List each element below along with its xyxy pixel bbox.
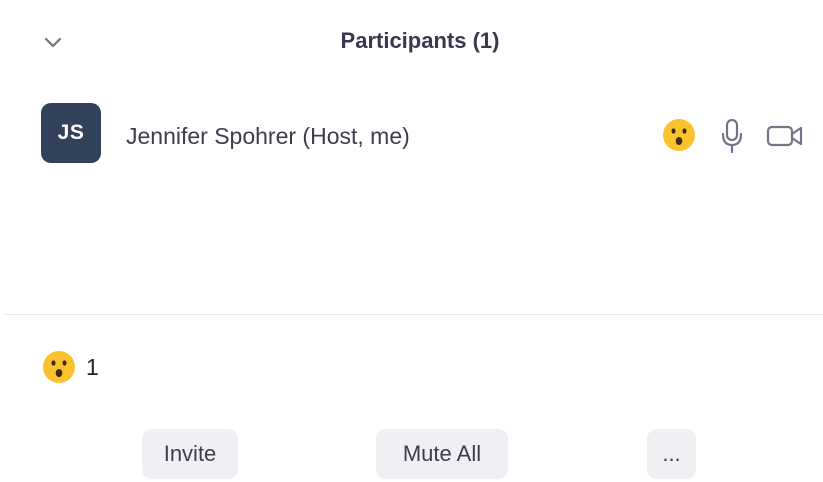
mute-all-button[interactable]: Mute All <box>376 429 508 479</box>
participant-name: Jennifer Spohrer (Host, me) <box>126 123 410 149</box>
avatar: JS <box>41 103 101 163</box>
invite-button[interactable]: Invite <box>142 429 238 479</box>
panel-title: Participants (1) <box>340 28 500 53</box>
participant-row[interactable]: JS Jennifer Spohrer (Host, me) <box>0 103 823 165</box>
reaction-summary: 1 <box>42 350 99 384</box>
more-options-button[interactable]: ... <box>647 429 696 479</box>
reaction-count: 1 <box>86 353 99 380</box>
video-camera-icon[interactable] <box>765 122 805 150</box>
microphone-icon[interactable] <box>719 117 745 155</box>
divider <box>5 314 823 315</box>
surprised-emoji-icon <box>43 351 75 383</box>
surprised-emoji-icon <box>661 117 697 153</box>
